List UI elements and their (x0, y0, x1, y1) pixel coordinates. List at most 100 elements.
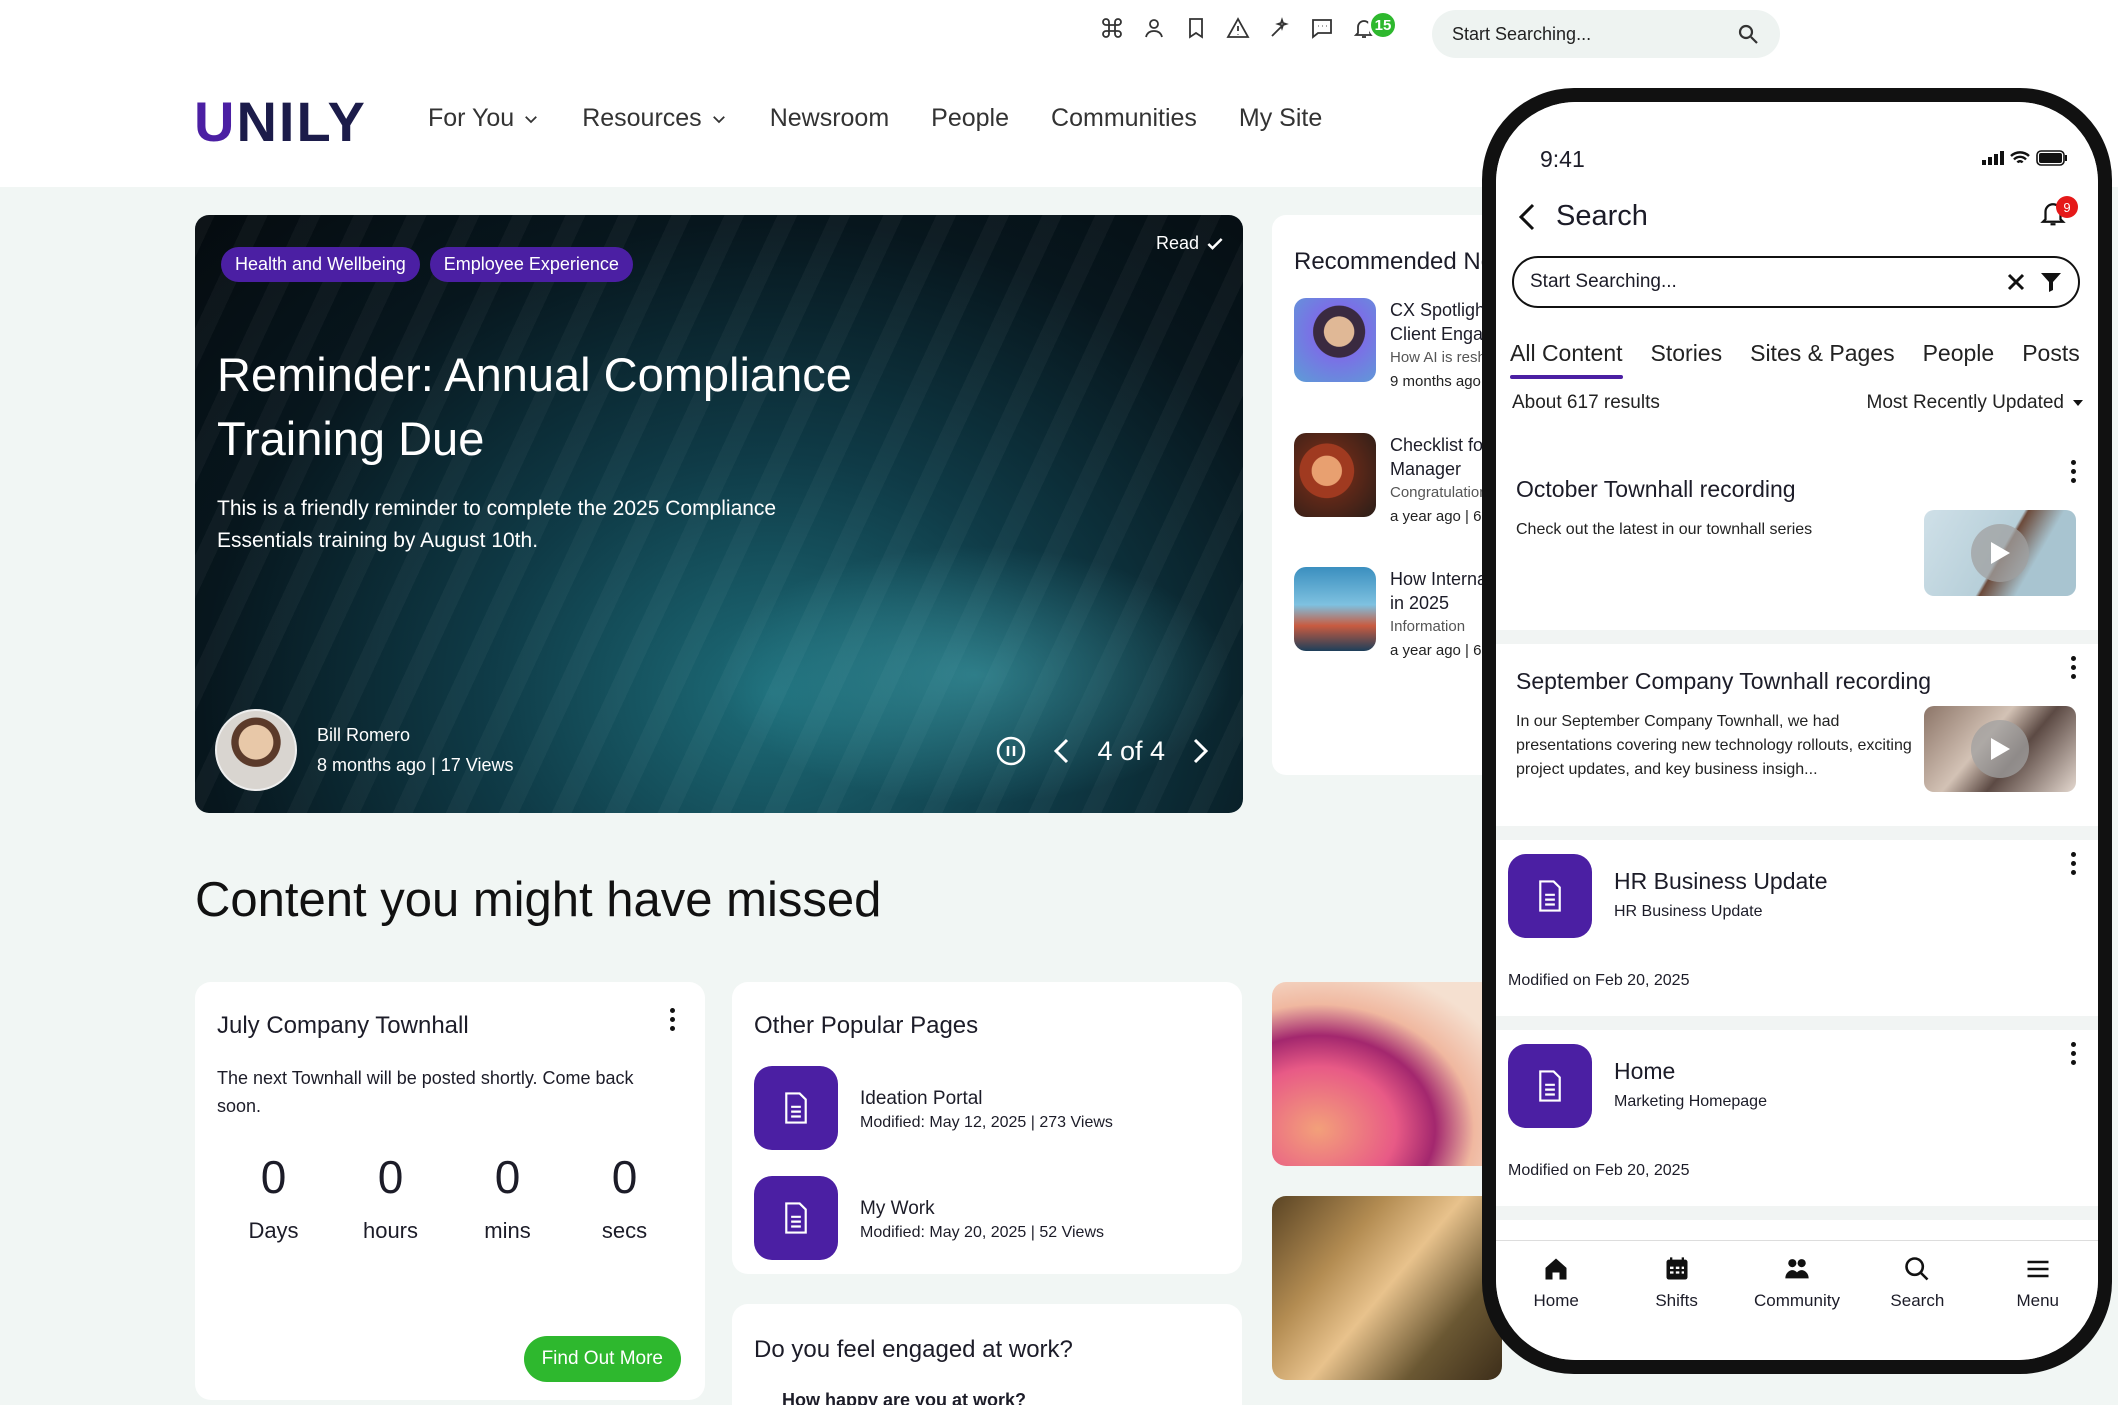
tab-sites-pages[interactable]: Sites & Pages (1750, 340, 1894, 367)
search-result[interactable]: HR Business Update HR Business Update Mod… (1496, 840, 2098, 1016)
main-nav: For You Resources Newsroom People Commun… (428, 104, 1322, 133)
tag-employee-experience[interactable]: Employee Experience (429, 247, 633, 282)
office-image-tile[interactable] (1272, 1196, 1502, 1380)
popular-page-item[interactable]: My Work Modified: May 20, 2025 | 52 Views (754, 1176, 1104, 1260)
back-arrow-icon[interactable] (1516, 201, 1538, 233)
mobile-notification-badge: 9 (2056, 196, 2078, 218)
notification-count-badge: 15 (1368, 10, 1398, 40)
tab-people[interactable]: People (1923, 340, 1995, 367)
recommended-thumbnail (1294, 298, 1376, 382)
read-indicator: Read (1156, 233, 1225, 254)
abstract-image-tile[interactable] (1272, 982, 1502, 1166)
countdown-hours: 0 hours (362, 1151, 419, 1243)
more-options-icon[interactable] (670, 1008, 675, 1031)
tabbar-home[interactable]: Home (1501, 1255, 1611, 1360)
sort-dropdown[interactable]: Most Recently Updated (1867, 392, 2085, 414)
townhall-title[interactable]: July Company Townhall (217, 1012, 469, 1040)
wifi-icon (2010, 151, 2030, 164)
command-icon[interactable] (1100, 16, 1124, 40)
nav-my-site[interactable]: My Site (1239, 104, 1322, 133)
carousel-controls: 4 of 4 (995, 735, 1213, 767)
hero-body: This is a friendly reminder to complete … (217, 497, 777, 552)
unily-logo[interactable]: UNILY (194, 94, 367, 150)
tag-health[interactable]: Health and Wellbeing (221, 247, 420, 282)
play-icon[interactable] (1971, 524, 2029, 582)
community-icon (1785, 1259, 1809, 1279)
nav-people[interactable]: People (931, 104, 1009, 133)
document-icon (754, 1176, 838, 1260)
hero-title[interactable]: Reminder: Annual Compliance Training Due (217, 343, 937, 471)
search-icon[interactable] (1736, 22, 1760, 46)
more-options-icon[interactable] (2071, 656, 2076, 679)
mobile-search-screen: 9:41 Search 9 Start Searching... All Con… (1496, 102, 2098, 1360)
results-count: About 617 results (1512, 392, 1660, 413)
magic-wand-icon[interactable] (1268, 16, 1292, 40)
hamburger-menu-icon (2027, 1260, 2049, 1278)
video-thumbnail[interactable] (1924, 510, 2076, 596)
chevron-down-icon (712, 115, 725, 123)
top-search-input[interactable]: Start Searching... (1432, 10, 1780, 58)
popular-title: Other Popular Pages (754, 1012, 979, 1039)
document-icon (1508, 1044, 1592, 1128)
search-tabs: All Content Stories Sites & Pages People… (1510, 340, 2080, 379)
townhall-card: July Company Townhall The next Townhall … (195, 982, 705, 1400)
recommended-item[interactable]: How Internal in 2025 Information a year ago… (1294, 567, 1491, 663)
notification-bell-icon[interactable]: 15 (1352, 10, 1398, 40)
tab-stories[interactable]: Stories (1651, 340, 1723, 367)
mobile-bell-icon[interactable]: 9 (2038, 196, 2078, 233)
author-name[interactable]: Bill Romero (317, 720, 513, 750)
nav-communities[interactable]: Communities (1051, 104, 1197, 133)
author-avatar (215, 709, 297, 791)
tabbar-shifts[interactable]: Shifts (1622, 1255, 1732, 1360)
mobile-search-input[interactable]: Start Searching... (1512, 256, 2080, 308)
filter-icon[interactable] (2040, 271, 2062, 293)
tabbar-search[interactable]: Search (1862, 1255, 1972, 1360)
nav-newsroom[interactable]: Newsroom (770, 104, 889, 133)
play-icon[interactable] (1971, 720, 2029, 778)
section-title: Content you might have missed (195, 873, 882, 927)
hero-banner[interactable]: Health and Wellbeing Employee Experience… (195, 215, 1243, 813)
find-out-more-button[interactable]: Find Out More (523, 1336, 681, 1382)
tabbar-menu[interactable]: Menu (1983, 1255, 2093, 1360)
search-icon (1905, 1257, 1929, 1281)
tab-all-content[interactable]: All Content (1510, 340, 1623, 379)
screen-title: Search (1556, 200, 1648, 232)
clear-icon[interactable] (2006, 272, 2026, 292)
recommended-thumbnail (1294, 567, 1376, 651)
home-icon (1545, 1258, 1567, 1280)
profile-icon[interactable] (1142, 16, 1166, 40)
chevron-right-icon[interactable] (1187, 735, 1213, 767)
status-icons (1982, 150, 2068, 166)
search-result[interactable]: September Company Townhall recording In … (1496, 644, 2098, 826)
nav-resources[interactable]: Resources (582, 104, 728, 133)
hero-tags: Health and Wellbeing Employee Experience (221, 247, 633, 282)
search-result[interactable]: October Townhall recording Check out the… (1496, 448, 2098, 630)
bookmark-icon[interactable] (1184, 16, 1208, 40)
top-search-placeholder: Start Searching... (1452, 23, 1592, 44)
nav-for-you[interactable]: For You (428, 104, 540, 133)
pause-icon[interactable] (995, 735, 1027, 767)
countdown: 0 Days 0 hours 0 mins 0 secs (215, 1150, 683, 1244)
engagement-poll-card: Do you feel engaged at work? How happy a… (732, 1304, 1242, 1405)
popular-pages-card: Other Popular Pages Ideation Portal Modif… (732, 982, 1242, 1274)
poll-title: Do you feel engaged at work? (754, 1336, 1073, 1363)
poll-question: How happy are you at work? (782, 1390, 1027, 1405)
countdown-mins: 0 mins (484, 1151, 531, 1243)
popular-page-item[interactable]: Ideation Portal Modified: May 12, 2025 | … (754, 1066, 1113, 1150)
townhall-body: The next Townhall will be posted shortly… (217, 1068, 634, 1116)
more-options-icon[interactable] (2071, 1042, 2076, 1065)
tabbar-community[interactable]: Community (1742, 1255, 1852, 1360)
document-icon (754, 1066, 838, 1150)
warning-icon[interactable] (1226, 16, 1250, 40)
hero-author: Bill Romero 8 months ago | 17 Views (215, 709, 513, 791)
more-options-icon[interactable] (2071, 460, 2076, 483)
chat-icon[interactable] (1310, 16, 1334, 40)
battery-icon (2036, 150, 2067, 166)
more-options-icon[interactable] (2071, 852, 2076, 875)
video-thumbnail[interactable] (1924, 706, 2076, 792)
chevron-left-icon[interactable] (1049, 735, 1075, 767)
search-result[interactable]: Home Marketing Homepage Modified on Feb 2… (1496, 1030, 2098, 1206)
tab-posts[interactable]: Posts (2022, 340, 2080, 367)
author-meta: 8 months ago | 17 Views (317, 755, 514, 775)
recommended-item[interactable]: Checklist for Manager Congratulations a yea… (1294, 433, 1495, 529)
